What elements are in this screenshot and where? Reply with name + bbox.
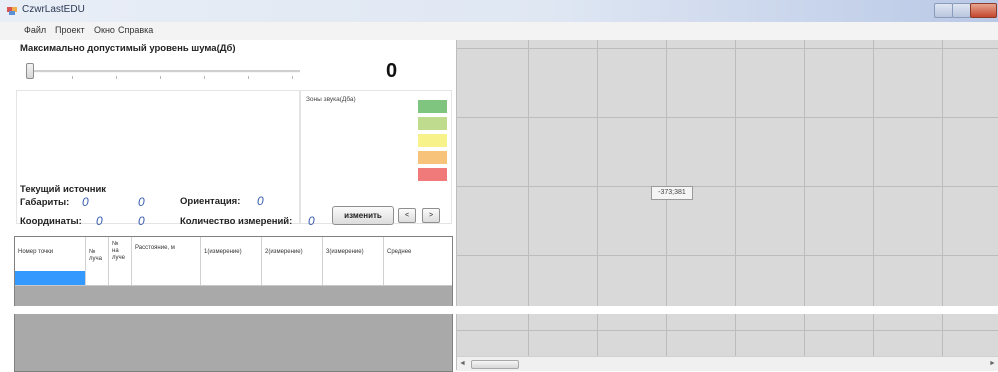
menu-help[interactable]: Справка: [118, 25, 153, 35]
zone-swatch: [418, 100, 447, 113]
column-header[interactable]: № луча: [86, 237, 109, 271]
next-button[interactable]: >: [422, 208, 440, 223]
prev-button[interactable]: <: [398, 208, 416, 223]
current-source-heading: Текущий источник: [20, 184, 107, 195]
column-header[interactable]: Среднее: [384, 237, 452, 271]
grid-line: [457, 48, 998, 49]
column-header[interactable]: 2(измерение): [262, 237, 323, 271]
map-canvas[interactable]: -373;381 ◄ ►: [456, 40, 998, 371]
noise-slider-track[interactable]: [28, 70, 300, 73]
menu-bar: Файл Проект Окно Справка: [0, 22, 998, 40]
noise-value: 0: [386, 60, 398, 82]
grid-line: [528, 40, 529, 370]
menu-file[interactable]: Файл: [24, 25, 46, 35]
table-cell[interactable]: [323, 271, 384, 285]
table-cell[interactable]: [86, 271, 109, 285]
slider-tick: [116, 76, 117, 79]
zone-swatch: [418, 168, 447, 181]
table-cell-selected[interactable]: [15, 271, 86, 285]
zone-swatch: [418, 151, 447, 164]
noise-slider-thumb[interactable]: [26, 63, 34, 79]
coordinates-value-1: 0: [96, 214, 103, 228]
coordinates-value-2: 0: [138, 214, 145, 228]
scroll-right-icon[interactable]: ►: [989, 360, 996, 367]
band-separator: [0, 306, 998, 314]
change-button[interactable]: изменить: [332, 206, 394, 225]
grid-line: [873, 40, 874, 370]
slider-tick: [292, 76, 293, 79]
slider-tick: [248, 76, 249, 79]
column-header[interactable]: 3(измерение): [323, 237, 384, 271]
horizontal-scrollbar[interactable]: ◄ ►: [457, 356, 998, 371]
menu-project[interactable]: Проект: [55, 25, 85, 35]
table-row[interactable]: [15, 271, 452, 286]
column-header[interactable]: № на луче: [109, 237, 132, 271]
grid-line: [457, 330, 998, 331]
window-title: CzwrLastEDU: [22, 4, 85, 15]
menu-window[interactable]: Окно: [94, 25, 115, 35]
coordinate-tooltip: -373;381: [651, 186, 693, 200]
dimensions-value-2: 0: [138, 195, 145, 209]
table-header: Номер точки № луча № на луче Расстояние,…: [15, 237, 452, 272]
grid-line: [666, 40, 667, 370]
left-panel: Максимально допустимый уровень шума(Дб) …: [12, 40, 454, 372]
title-bar: CzwrLastEDU: [0, 0, 998, 22]
measurements-count-label: Количество измерений:: [180, 216, 293, 227]
column-header[interactable]: Расстояние, м: [132, 237, 201, 271]
grid-line: [597, 40, 598, 370]
grid-line: [804, 40, 805, 370]
maximize-button[interactable]: [952, 3, 971, 18]
column-header[interactable]: Номер точки: [15, 237, 86, 271]
slider-tick: [160, 76, 161, 79]
dimensions-value-1: 0: [82, 195, 89, 209]
scroll-thumb[interactable]: [471, 360, 519, 369]
table-cell[interactable]: [132, 271, 201, 285]
grid-line: [457, 186, 998, 187]
grid-line: [457, 255, 998, 256]
coordinates-label: Координаты:: [20, 216, 82, 227]
measurements-count-value: 0: [308, 214, 315, 228]
table-cell[interactable]: [384, 271, 452, 285]
grid-line: [735, 40, 736, 370]
table-cell[interactable]: [109, 271, 132, 285]
minimize-button[interactable]: [934, 3, 953, 18]
scroll-left-icon[interactable]: ◄: [459, 360, 466, 367]
table-cell[interactable]: [262, 271, 323, 285]
grid-line: [942, 40, 943, 370]
close-button[interactable]: [970, 3, 997, 18]
measurements-table[interactable]: Номер точки № луча № на луче Расстояние,…: [14, 236, 453, 372]
orientation-value: 0: [257, 194, 264, 208]
column-header[interactable]: 1(измерение): [201, 237, 262, 271]
zone-swatch: [418, 134, 447, 147]
slider-tick: [72, 76, 73, 79]
orientation-label: Ориентация:: [180, 196, 241, 207]
sound-zones-title: Зоны звука(Дба): [306, 96, 356, 103]
grid-line: [457, 117, 998, 118]
table-cell[interactable]: [201, 271, 262, 285]
slider-tick: [204, 76, 205, 79]
app-icon: [7, 7, 17, 15]
zone-swatch: [418, 117, 447, 130]
noise-level-label: Максимально допустимый уровень шума(Дб): [20, 43, 236, 54]
dimensions-label: Габариты:: [20, 197, 70, 208]
